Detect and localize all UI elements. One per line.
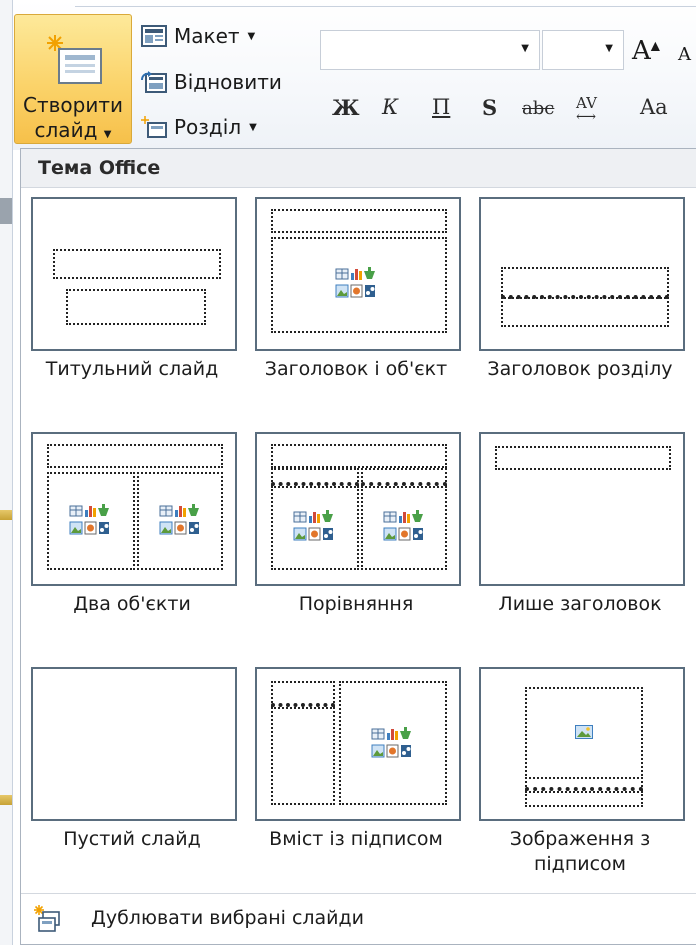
content-placeholder-left xyxy=(271,486,359,570)
layout-section-header[interactable]: Заголовок розділу xyxy=(469,197,691,425)
layout-blank[interactable]: Пустий слайд xyxy=(21,667,243,895)
duplicate-slides-icon xyxy=(34,905,60,932)
layout-thumbnail xyxy=(479,667,685,821)
layout-thumbnail xyxy=(479,197,685,351)
content-icons-icon xyxy=(69,504,109,535)
left-panel-marker xyxy=(0,795,12,805)
italic-button[interactable]: К xyxy=(382,95,398,119)
layout-label: Вміст із підписом xyxy=(269,828,443,850)
duplicate-slides-menu-item[interactable]: Дублювати вибрані слайди xyxy=(21,893,696,944)
layout-label: Заголовок і об'єкт xyxy=(264,358,448,380)
new-slide-label: Створити слайд ▼ xyxy=(23,93,123,142)
content-icons-icon xyxy=(335,267,375,298)
layout-title-content[interactable]: Заголовок і об'єкт xyxy=(245,197,467,425)
reset-button[interactable]: Відновити xyxy=(140,68,282,96)
content-icons-icon xyxy=(383,510,423,541)
layout-title-slide[interactable]: Титульний слайд xyxy=(21,197,243,425)
content-placeholder xyxy=(271,237,447,333)
arrows-icon: ⟷ xyxy=(576,109,597,125)
layout-label: Заголовок розділу xyxy=(487,358,673,380)
left-panel-edge xyxy=(0,0,13,945)
content-placeholder-right xyxy=(361,486,447,570)
character-spacing-button[interactable]: AV ⟷ xyxy=(576,94,597,125)
layout-gallery-dropdown: Тема Office Титульний слайд Заголовок і … xyxy=(20,148,696,945)
subtitle-placeholder xyxy=(66,289,206,325)
layout-thumbnail xyxy=(255,667,461,821)
layout-label: Два об'єкти xyxy=(73,593,191,615)
layout-thumbnail xyxy=(31,197,237,351)
font-name-combo[interactable]: ▼ xyxy=(320,30,540,70)
chevron-down-icon: ▼ xyxy=(247,30,256,42)
title-placeholder xyxy=(271,681,335,707)
layout-picture-caption[interactable]: Зображення з підписом xyxy=(469,667,691,895)
layout-label: Порівняння xyxy=(298,593,414,615)
layout-thumbnail xyxy=(255,197,461,351)
font-size-combo[interactable]: ▼ xyxy=(542,30,624,70)
layout-thumbnail xyxy=(31,432,237,586)
ribbon: Створити слайд ▼ Макет ▼ Відновити Розді… xyxy=(0,0,696,150)
layout-thumbnail xyxy=(255,432,461,586)
section-icon xyxy=(141,116,167,138)
content-icons-icon xyxy=(159,504,199,535)
chevron-down-icon[interactable]: ▼ xyxy=(605,43,613,54)
heading-placeholder-left xyxy=(271,468,359,486)
left-panel-marker xyxy=(0,510,12,520)
layout-button[interactable]: Макет ▼ xyxy=(140,22,255,50)
layout-content-caption[interactable]: Вміст із підписом xyxy=(245,667,467,895)
gallery-header: Тема Office xyxy=(21,149,696,188)
content-placeholder-left xyxy=(47,472,135,570)
reset-icon xyxy=(141,71,167,93)
content-icons-icon xyxy=(371,727,411,758)
title-placeholder xyxy=(525,777,643,791)
underline-button[interactable]: П xyxy=(432,95,450,119)
content-placeholder-right xyxy=(137,472,223,570)
layout-thumbnail xyxy=(479,432,685,586)
new-slide-button[interactable]: Створити слайд ▼ xyxy=(14,14,132,144)
chevron-down-icon: ▼ xyxy=(249,121,257,133)
text-placeholder xyxy=(525,791,643,807)
change-case-button[interactable]: Aa xyxy=(640,95,668,119)
duplicate-slides-label: Дублювати вибрані слайди xyxy=(91,907,365,929)
layout-label: Зображення з підписом xyxy=(509,828,651,875)
title-placeholder xyxy=(47,444,223,468)
bold-button[interactable]: Ж xyxy=(332,95,360,120)
picture-icon xyxy=(575,725,593,739)
layout-label: Пустий слайд xyxy=(63,828,201,850)
layout-two-content[interactable]: Два об'єкти xyxy=(21,432,243,660)
title-placeholder xyxy=(271,209,447,233)
title-placeholder xyxy=(53,249,221,279)
text-placeholder xyxy=(501,297,669,327)
strikethrough-button[interactable]: abc xyxy=(522,98,554,119)
layout-label: Лише заголовок xyxy=(498,593,662,615)
title-placeholder xyxy=(271,444,447,468)
new-slide-icon xyxy=(47,35,102,84)
title-placeholder xyxy=(495,446,671,470)
layout-title-only[interactable]: Лише заголовок xyxy=(469,432,691,660)
picture-placeholder xyxy=(525,687,643,779)
text-placeholder xyxy=(271,707,335,805)
shrink-font-button[interactable]: A xyxy=(678,44,691,65)
content-placeholder xyxy=(339,681,447,805)
content-icons-icon xyxy=(293,510,333,541)
layout-thumbnail xyxy=(31,667,237,821)
chevron-down-icon[interactable]: ▼ xyxy=(521,43,529,54)
ribbon-top-border xyxy=(75,0,696,7)
layout-label: Титульний слайд xyxy=(45,358,219,380)
grow-font-button[interactable]: A▲ xyxy=(632,36,660,66)
layout-icon xyxy=(141,25,167,47)
shadow-button[interactable]: S xyxy=(482,95,497,120)
heading-placeholder-right xyxy=(361,468,447,486)
layout-comparison[interactable]: Порівняння xyxy=(245,432,467,660)
left-panel-scroll-stub xyxy=(0,198,12,224)
title-placeholder xyxy=(501,267,669,299)
chevron-down-icon: ▼ xyxy=(103,129,112,140)
section-button[interactable]: Розділ ▼ xyxy=(140,113,257,141)
